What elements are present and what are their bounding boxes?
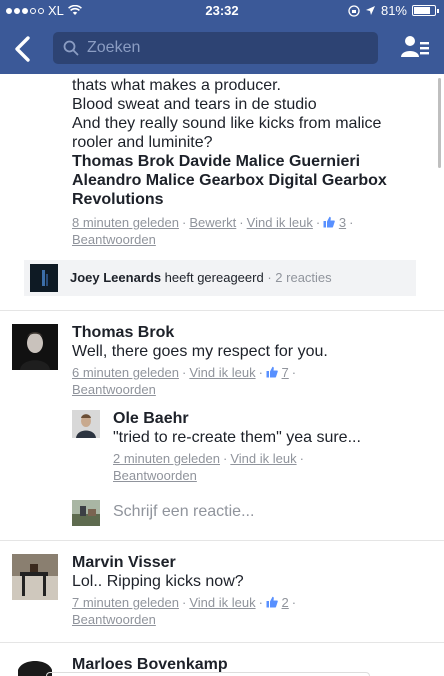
comment-text-line: thats what makes a producer. bbox=[72, 77, 281, 94]
divider bbox=[0, 642, 444, 643]
battery-percentage: 81% bbox=[380, 3, 407, 18]
avatar[interactable] bbox=[12, 324, 58, 370]
avatar[interactable] bbox=[72, 410, 100, 438]
reply-link[interactable]: Beantwoorden bbox=[72, 612, 156, 627]
reply-summary-count: 2 reacties bbox=[275, 270, 332, 285]
reply-summary-text: Joey Leenards heeft gereageerd · 2 react… bbox=[70, 270, 332, 285]
comment-meta: 8 minuten geleden · Bewerkt · Vind ik leuk · … bbox=[72, 215, 354, 230]
search-icon bbox=[63, 40, 79, 56]
search-placeholder: Zoeken bbox=[87, 39, 141, 56]
timestamp-link[interactable]: 7 minuten geleden bbox=[72, 595, 179, 610]
like-link[interactable]: Vind ik leuk bbox=[189, 365, 255, 380]
like-link[interactable]: Vind ik leuk bbox=[189, 595, 255, 610]
comment-text-line: And they really sound like kicks from ma… bbox=[72, 115, 382, 132]
avatar bbox=[30, 264, 58, 292]
comment-text-line: rooler and luminite? bbox=[72, 134, 213, 151]
comment-text: Well, there goes my respect for you. bbox=[72, 343, 328, 360]
reply-meta: 2 minuten geleden · Vind ik leuk · bbox=[113, 451, 304, 466]
reply-text: "tried to re-create them" yea sure... bbox=[113, 429, 361, 446]
reply-author[interactable]: Ole Baehr bbox=[113, 409, 433, 428]
divider bbox=[0, 310, 444, 311]
timestamp-link[interactable]: 8 minuten geleden bbox=[72, 215, 179, 230]
reply-summary-name: Joey Leenards bbox=[70, 270, 162, 285]
reply-link[interactable]: Beantwoorden bbox=[113, 468, 197, 483]
battery-level bbox=[414, 7, 431, 14]
comment-text: Lol.. Ripping kicks now? bbox=[72, 573, 244, 590]
scrollbar[interactable] bbox=[438, 78, 441, 168]
timestamp-link[interactable]: 6 minuten geleden bbox=[72, 365, 179, 380]
reply: Ole Baehr "tried to re-create them" yea … bbox=[113, 409, 433, 484]
tagged-names[interactable]: Revolutions bbox=[72, 190, 432, 209]
edited-link[interactable]: Bewerkt bbox=[189, 215, 236, 230]
back-chevron-icon[interactable] bbox=[10, 34, 36, 64]
reply-summary[interactable]: Joey Leenards heeft gereageerd · 2 react… bbox=[24, 260, 416, 296]
like-thumb-icon bbox=[266, 596, 278, 608]
comment-meta: Beantwoorden bbox=[72, 611, 432, 628]
tagged-names[interactable]: Aleandro Malice Gearbox Digital Gearbox bbox=[72, 171, 432, 190]
comment-meta: Beantwoorden bbox=[72, 381, 432, 398]
search-input[interactable]: Zoeken bbox=[53, 32, 378, 64]
write-reply-placeholder: Schrijf een reactie... bbox=[113, 503, 255, 520]
reply-link[interactable]: Beantwoorden bbox=[72, 232, 156, 247]
like-link[interactable]: Vind ik leuk bbox=[230, 451, 296, 466]
battery-icon bbox=[412, 5, 439, 16]
comment: Thomas Brok Well, there goes my respect … bbox=[72, 323, 432, 398]
like-count[interactable]: 2 bbox=[282, 595, 289, 610]
reply-meta: Beantwoorden bbox=[113, 467, 433, 484]
tagged-names[interactable]: Thomas Brok Davide Malice Guernieri bbox=[72, 152, 432, 171]
friends-list-icon[interactable] bbox=[400, 33, 430, 63]
comments-feed[interactable]: thats what makes a producer. Blood sweat… bbox=[0, 74, 444, 676]
like-thumb-icon bbox=[323, 216, 336, 228]
top-bar: XL 23:32 81% Zoeken bbox=[0, 0, 444, 74]
timestamp-link[interactable]: 2 minuten geleden bbox=[113, 451, 220, 466]
comment: Marvin Visser Lol.. Ripping kicks now? 7… bbox=[72, 553, 432, 628]
divider bbox=[0, 540, 444, 541]
status-right: 81% bbox=[348, 3, 439, 18]
comment-composer[interactable] bbox=[46, 672, 370, 676]
avatar[interactable] bbox=[12, 554, 58, 600]
like-count[interactable]: 7 bbox=[282, 365, 289, 380]
status-bar: XL 23:32 81% bbox=[0, 0, 444, 22]
rotation-lock-icon bbox=[348, 4, 360, 17]
comment-meta: 6 minuten geleden · Vind ik leuk · 7 · bbox=[72, 365, 297, 380]
avatar-image bbox=[30, 264, 58, 292]
comment-author[interactable]: Marvin Visser bbox=[72, 553, 432, 572]
comment-meta: 7 minuten geleden · Vind ik leuk · 2 · bbox=[72, 595, 297, 610]
comment-text-line: Blood sweat and tears in de studio bbox=[72, 96, 317, 113]
like-thumb-icon bbox=[266, 366, 278, 378]
comment-author[interactable]: Thomas Brok bbox=[72, 323, 432, 342]
like-link[interactable]: Vind ik leuk bbox=[247, 215, 313, 230]
write-reply-field[interactable]: Schrijf een reactie... bbox=[72, 498, 372, 528]
nav-bar: Zoeken bbox=[0, 26, 444, 70]
reply-summary-action: heeft gereageerd bbox=[164, 270, 264, 285]
like-count[interactable]: 3 bbox=[339, 215, 346, 230]
comment-meta: Beantwoorden bbox=[72, 231, 432, 248]
comment-continuation: thats what makes a producer. Blood sweat… bbox=[72, 76, 432, 248]
avatar bbox=[72, 500, 100, 526]
location-icon bbox=[365, 6, 375, 15]
reply-link[interactable]: Beantwoorden bbox=[72, 382, 156, 397]
